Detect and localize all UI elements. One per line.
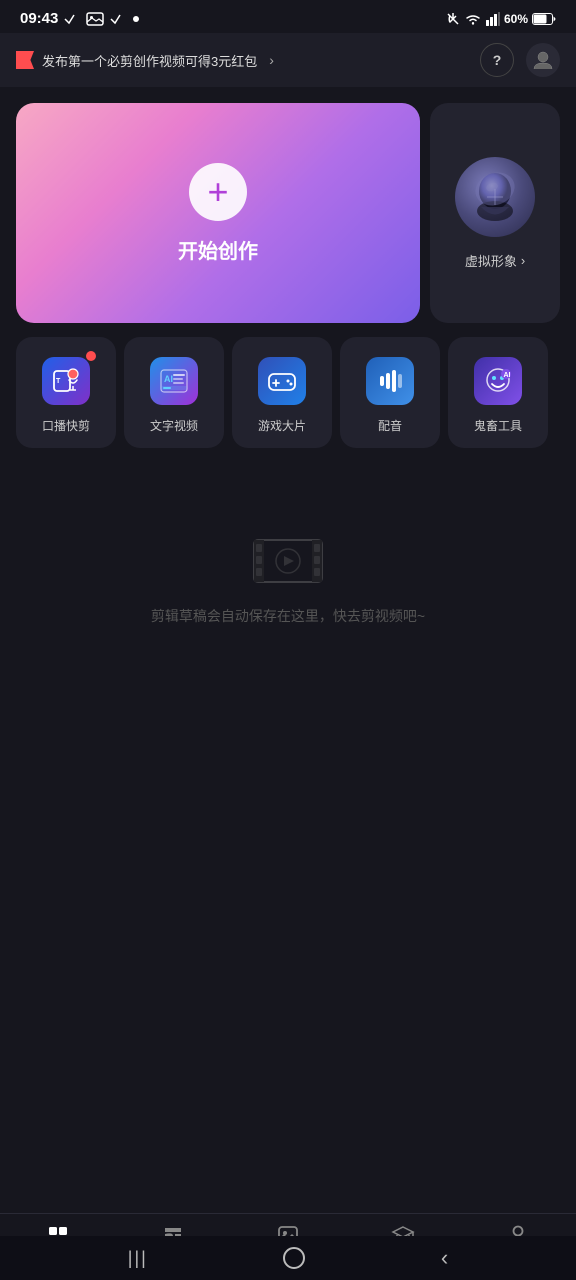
avatar-figure — [455, 157, 535, 237]
sys-nav-home[interactable] — [283, 1247, 305, 1269]
wifi-icon — [464, 12, 482, 26]
avatar-arrow: › — [521, 253, 525, 268]
sys-nav-back[interactable]: ‹ — [441, 1245, 448, 1271]
tool-item-4[interactable]: 配音 — [340, 337, 440, 448]
guichu-svg: AI — [483, 366, 513, 396]
status-left: 09:43 — [20, 10, 140, 27]
audio-svg — [375, 366, 405, 396]
mute-icon — [446, 12, 460, 26]
tool-icon-wrap-4 — [364, 355, 416, 407]
tool-icon-wrap-5: AI — [472, 355, 524, 407]
main-content: + 开始创作 — [0, 87, 576, 666]
tool-label-1: 口播快剪 — [42, 417, 90, 434]
tool-icon-wrap-1: T — [40, 355, 92, 407]
battery-icon — [532, 13, 556, 25]
game-icon — [258, 357, 306, 405]
status-time: 09:43 — [20, 10, 58, 27]
svg-text:AI: AI — [164, 374, 173, 384]
tool-item-3[interactable]: 游戏大片 — [232, 337, 332, 448]
avatar-icon — [532, 49, 554, 71]
empty-text: 剪辑草稿会自动保存在这里，快去剪视频吧~ — [151, 606, 425, 626]
tool-item-5[interactable]: AI 鬼畜工具 — [448, 337, 548, 448]
banner-left: 发布第一个必剪创作视频可得3元红包 › — [16, 51, 274, 70]
question-icon: ? — [493, 52, 502, 68]
flag-icon — [16, 51, 34, 69]
banner-text: 发布第一个必剪创作视频可得3元红包 — [42, 51, 257, 70]
film-icon — [252, 532, 324, 590]
avatar-card[interactable]: 虚拟形象 › — [430, 103, 560, 323]
tool-label-3: 游戏大片 — [258, 417, 306, 434]
avatar-3d-icon — [465, 167, 525, 227]
tools-row: T 口播快剪 AI — [16, 337, 560, 452]
audio-icon — [366, 357, 414, 405]
game-svg — [267, 366, 297, 396]
system-nav-bar: ||| ‹ — [0, 1236, 576, 1280]
create-label: 开始创作 — [178, 235, 258, 264]
banner-arrow: › — [269, 52, 274, 68]
svg-text:AI: AI — [504, 372, 511, 379]
svg-text:T: T — [56, 378, 61, 385]
dot-icon — [132, 15, 140, 23]
tool-icon-wrap-3 — [256, 355, 308, 407]
tool-icon-wrap-2: AI — [148, 355, 200, 407]
tool-label-4: 配音 — [378, 417, 402, 434]
checkmark2-icon — [110, 13, 126, 25]
create-plus-button[interactable]: + — [189, 163, 247, 221]
spacer — [0, 666, 576, 786]
status-right: 60% — [446, 12, 556, 26]
tool-item-1[interactable]: T 口播快剪 — [16, 337, 116, 448]
koubo-icon: T — [42, 357, 90, 405]
avatar-label: 虚拟形象 › — [465, 251, 525, 270]
promo-banner[interactable]: 发布第一个必剪创作视频可得3元红包 › ? — [0, 33, 576, 87]
tool-label-2: 文字视频 — [150, 417, 198, 434]
plus-icon: + — [207, 174, 228, 210]
hero-row: + 开始创作 — [16, 103, 560, 323]
tool-label-5: 鬼畜工具 — [474, 417, 522, 434]
help-button[interactable]: ? — [480, 43, 514, 77]
new-badge-1 — [86, 351, 96, 361]
tool-item-2[interactable]: AI 文字视频 — [124, 337, 224, 448]
checkmark-icon — [64, 13, 80, 25]
avatar-label-text: 虚拟形象 — [465, 251, 517, 270]
banner-right: ? — [480, 43, 560, 77]
sys-nav-recent[interactable]: ||| — [128, 1248, 148, 1269]
image-icon — [86, 12, 104, 26]
wenzi-svg: AI — [159, 366, 189, 396]
status-bar: 09:43 60 — [0, 0, 576, 33]
empty-state: 剪辑草稿会自动保存在这里，快去剪视频吧~ — [16, 452, 560, 666]
battery-text: 60% — [504, 12, 528, 26]
create-card[interactable]: + 开始创作 — [16, 103, 420, 323]
wenzi-icon: AI — [150, 357, 198, 405]
profile-button[interactable] — [526, 43, 560, 77]
signal-icon — [486, 12, 500, 26]
guichu-icon: AI — [474, 357, 522, 405]
koubo-svg: T — [51, 366, 81, 396]
